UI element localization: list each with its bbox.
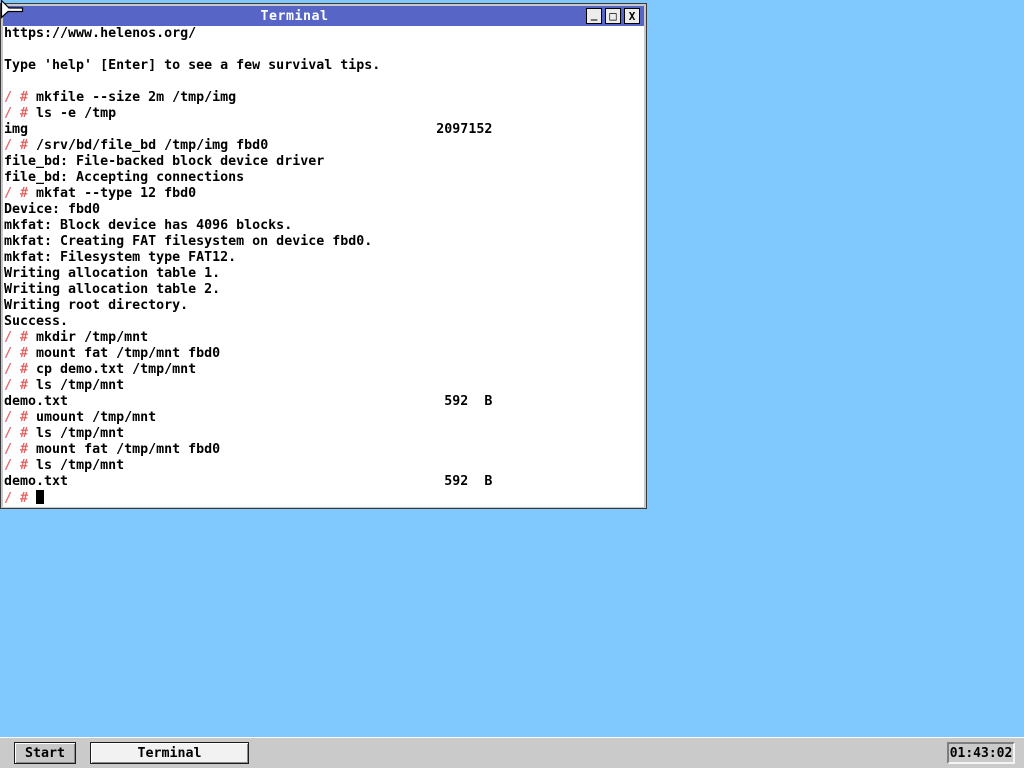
terminal-text: https://www.helenos.org/ xyxy=(4,26,197,41)
terminal-line: / # mount fat /tmp/mnt fbd0 xyxy=(4,346,644,362)
terminal-line: demo.txt 592 B xyxy=(4,474,644,490)
terminal-text: mkfat: Filesystem type FAT12. xyxy=(4,250,237,265)
terminal-line: / # ls /tmp/mnt xyxy=(4,378,644,394)
window-title: Terminal xyxy=(260,8,329,24)
desktop[interactable]: { "colors": { "desktop": "#80c9ff", "tit… xyxy=(0,0,1024,768)
terminal-line: Device: fbd0 xyxy=(4,202,644,218)
shell-prompt: / # xyxy=(4,106,29,121)
terminal-text: img 2097152 xyxy=(4,122,493,137)
terminal-text: mkfat --type 12 fbd0 xyxy=(28,186,197,201)
terminal-text: Success. xyxy=(4,314,69,329)
shell-prompt: / # xyxy=(4,346,29,361)
shell-prompt: / # xyxy=(4,426,29,441)
terminal-line: mkfat: Block device has 4096 blocks. xyxy=(4,218,644,234)
terminal-line: file_bd: Accepting connections xyxy=(4,170,644,186)
terminal-line: / # ls /tmp/mnt xyxy=(4,426,644,442)
terminal-text: Device: fbd0 xyxy=(4,202,101,217)
terminal-text: file_bd: File-backed block device driver xyxy=(4,154,325,169)
terminal-line: / # /srv/bd/file_bd /tmp/img fbd0 xyxy=(4,138,644,154)
terminal-text: umount /tmp/mnt xyxy=(28,410,157,425)
terminal-line: / # mkfat --type 12 fbd0 xyxy=(4,186,644,202)
terminal-line: / # ls /tmp/mnt xyxy=(4,458,644,474)
shell-prompt: / # xyxy=(4,491,29,506)
minimize-icon: _ xyxy=(590,7,598,21)
terminal-line: demo.txt 592 B xyxy=(4,394,644,410)
shell-prompt: / # xyxy=(4,442,29,457)
window-titlebar[interactable]: Terminal _ □ X xyxy=(3,6,644,26)
start-button[interactable]: Start xyxy=(14,742,76,764)
terminal-line: Type 'help' [Enter] to see a few surviva… xyxy=(4,58,644,74)
terminal-text: ls /tmp/mnt xyxy=(28,458,125,473)
terminal-line: mkfat: Filesystem type FAT12. xyxy=(4,250,644,266)
maximize-button[interactable]: □ xyxy=(605,8,621,24)
shell-prompt: / # xyxy=(4,330,29,345)
terminal-line: https://www.helenos.org/ xyxy=(4,26,644,42)
terminal-line: / # xyxy=(4,490,644,506)
taskbar: Start Terminal 01:43:02 xyxy=(0,737,1024,768)
terminal-text: ls /tmp/mnt xyxy=(28,426,125,441)
terminal-text: demo.txt 592 B xyxy=(4,394,493,409)
shell-prompt: / # xyxy=(4,90,29,105)
terminal-cursor xyxy=(36,490,45,504)
shell-prompt: / # xyxy=(4,458,29,473)
terminal-line: Success. xyxy=(4,314,644,330)
terminal-text: ls -e /tmp xyxy=(28,106,117,121)
terminal-text: Type 'help' [Enter] to see a few surviva… xyxy=(4,58,381,73)
terminal-line: mkfat: Creating FAT filesystem on device… xyxy=(4,234,644,250)
shell-prompt: / # xyxy=(4,410,29,425)
close-button[interactable]: X xyxy=(624,8,640,24)
terminal-line: img 2097152 xyxy=(4,122,644,138)
terminal-line: Writing allocation table 2. xyxy=(4,282,644,298)
terminal-line: / # mount fat /tmp/mnt fbd0 xyxy=(4,442,644,458)
terminal-text: mkfat: Block device has 4096 blocks. xyxy=(4,218,293,233)
terminal-text: mkfat: Creating FAT filesystem on device… xyxy=(4,234,373,249)
terminal-line: / # mkfile --size 2m /tmp/img xyxy=(4,90,644,106)
terminal-text: cp demo.txt /tmp/mnt xyxy=(28,362,197,377)
terminal-line: / # ls -e /tmp xyxy=(4,106,644,122)
shell-prompt: / # xyxy=(4,362,29,377)
terminal-line: Writing root directory. xyxy=(4,298,644,314)
terminal-line: / # umount /tmp/mnt xyxy=(4,410,644,426)
terminal-text: mount fat /tmp/mnt fbd0 xyxy=(28,442,221,457)
shell-prompt: / # xyxy=(4,138,29,153)
shell-prompt: / # xyxy=(4,378,29,393)
terminal-output[interactable]: https://www.helenos.org/Type 'help' [Ent… xyxy=(3,26,644,507)
terminal-text: mkdir /tmp/mnt xyxy=(28,330,149,345)
maximize-icon: □ xyxy=(609,9,617,23)
terminal-text: demo.txt 592 B xyxy=(4,474,493,489)
terminal-text: Writing allocation table 1. xyxy=(4,266,221,281)
terminal-window: Terminal _ □ X https://www.helenos.org/T… xyxy=(0,3,647,509)
terminal-line: Writing allocation table 1. xyxy=(4,266,644,282)
taskbar-item-terminal[interactable]: Terminal xyxy=(90,742,249,764)
terminal-text: Writing root directory. xyxy=(4,298,189,313)
terminal-text: mkfile --size 2m /tmp/img xyxy=(28,90,237,105)
terminal-line: file_bd: File-backed block device driver xyxy=(4,154,644,170)
terminal-text: Writing allocation table 2. xyxy=(4,282,221,297)
taskbar-clock: 01:43:02 xyxy=(947,742,1015,764)
window-controls: _ □ X xyxy=(586,8,640,24)
minimize-button[interactable]: _ xyxy=(586,8,602,24)
terminal-text: mount fat /tmp/mnt fbd0 xyxy=(28,346,221,361)
terminal-line: / # cp demo.txt /tmp/mnt xyxy=(4,362,644,378)
terminal-text: file_bd: Accepting connections xyxy=(4,170,245,185)
close-icon: X xyxy=(628,9,636,23)
terminal-line: / # mkdir /tmp/mnt xyxy=(4,330,644,346)
terminal-text: ls /tmp/mnt xyxy=(28,378,125,393)
terminal-text: /srv/bd/file_bd /tmp/img fbd0 xyxy=(28,138,269,153)
shell-prompt: / # xyxy=(4,186,29,201)
